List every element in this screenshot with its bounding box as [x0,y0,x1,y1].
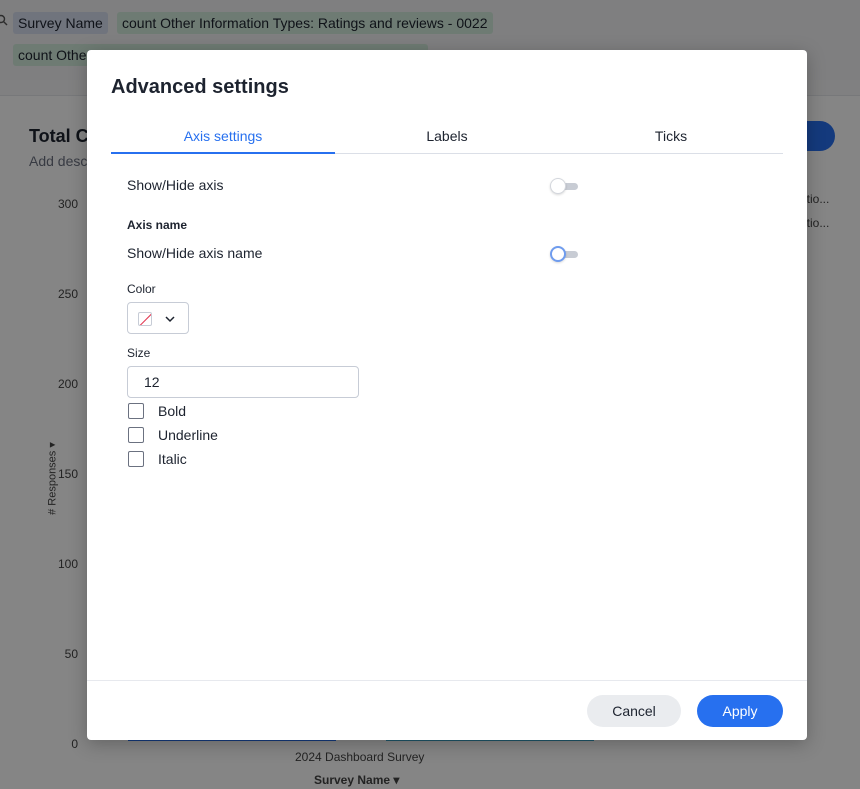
tab-ticks[interactable]: Ticks [559,122,783,153]
underline-checkbox-row[interactable]: Underline [128,425,218,445]
dialog-title: Advanced settings [111,76,289,98]
color-label: Color [127,282,156,296]
bold-checkbox[interactable] [128,403,144,419]
italic-checkbox[interactable] [128,451,144,467]
advanced-settings-dialog: Advanced settings Axis settings Labels T… [87,50,807,740]
toggle-knob [550,246,566,262]
settings-tabs: Axis settings Labels Ticks [111,122,783,154]
dialog-footer: Cancel Apply [87,680,807,740]
bold-label: Bold [158,403,187,419]
chevron-down-icon [165,316,175,323]
italic-label: Italic [158,451,187,467]
no-color-swatch-icon [138,312,152,326]
tab-axis-settings[interactable]: Axis settings [111,122,335,154]
toggle-knob [550,178,566,194]
show-hide-axis-name-toggle[interactable] [550,246,580,262]
axis-name-heading: Axis name [127,218,188,232]
show-hide-axis-label: Show/Hide axis [127,177,224,193]
underline-label: Underline [158,427,218,443]
size-input[interactable] [127,366,359,398]
size-label: Size [127,346,151,360]
italic-checkbox-row[interactable]: Italic [128,449,187,469]
cancel-button[interactable]: Cancel [587,695,681,727]
bold-checkbox-row[interactable]: Bold [128,401,186,421]
show-hide-axis-name-label: Show/Hide axis name [127,245,263,261]
underline-checkbox[interactable] [128,427,144,443]
show-hide-axis-toggle[interactable] [550,178,580,194]
tab-labels[interactable]: Labels [335,122,559,153]
color-picker-button[interactable] [127,302,189,334]
apply-button[interactable]: Apply [697,695,783,727]
